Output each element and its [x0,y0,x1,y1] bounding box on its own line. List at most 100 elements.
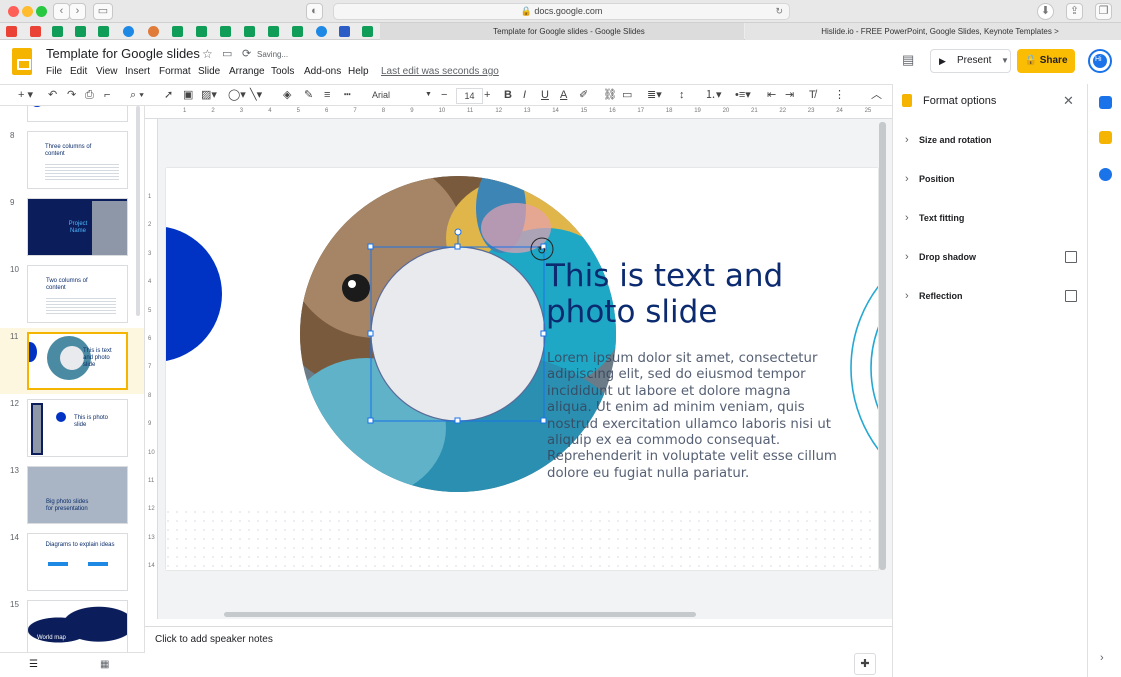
numbered-list-icon[interactable]: ⒈▾ [705,88,722,102]
sheets-icon[interactable] [196,26,207,37]
document-title[interactable]: Template for Google slides [46,46,200,61]
menu-edit[interactable]: Edit [70,66,87,77]
underline-icon[interactable]: U [541,88,549,102]
gmail-icon[interactable] [30,26,41,37]
horizontal-scrollbar[interactable] [224,612,696,617]
section-reflection[interactable]: › Reflection [905,286,963,306]
vertical-ruler[interactable]: 1 2 3 4 5 6 7 8 9 10 11 12 13 14 [145,119,158,619]
slide-thumbnail-10[interactable]: Two columns of content [27,265,128,323]
filmstrip-scrollbar[interactable] [136,106,140,316]
slides-logo-icon[interactable] [12,48,32,75]
sheets-icon[interactable] [292,26,303,37]
cloud-icon[interactable] [123,26,134,37]
menu-arrange[interactable]: Arrange [229,66,265,77]
comments-icon[interactable]: ▤ [902,52,914,68]
slide-body-text[interactable]: Lorem ipsum dolor sit amet, consectetur … [547,351,837,482]
increase-font-icon[interactable]: + [484,88,490,102]
trello-icon[interactable] [339,26,350,37]
zoom-window-button[interactable] [36,6,47,17]
fill-color-icon[interactable]: ◈ [283,88,291,102]
link-icon[interactable]: ⛓ [603,88,617,102]
sidebar-toggle-icon[interactable]: ▭ [93,3,113,20]
slide-thumbnail-14[interactable]: Diagrams to explain ideas [27,533,128,591]
star-icon[interactable]: ☆ [202,47,213,61]
shape-icon[interactable]: ◯▾ [228,88,246,102]
grid-view-icon[interactable]: ▦ [100,659,109,670]
slide-thumbnail-8[interactable]: Three columns of content [27,131,128,189]
bookmark-icon[interactable] [148,26,159,37]
decrease-indent-icon[interactable]: ⇤ [767,88,776,102]
line-spacing-icon[interactable]: ↕ [679,88,685,102]
sheets-icon[interactable] [52,26,63,37]
sheets-icon[interactable] [75,26,86,37]
sheets-icon[interactable] [220,26,231,37]
increase-indent-icon[interactable]: ⇥ [785,88,794,102]
undo-icon[interactable]: ↶ [48,88,57,102]
menu-insert[interactable]: Insert [125,66,150,77]
tab-hislide[interactable]: Hislide.io - FREE PowerPoint, Google Sli… [745,23,1121,40]
text-box-icon[interactable]: ▣ [183,88,193,102]
close-window-button[interactable] [8,6,19,17]
sheets-icon[interactable] [172,26,183,37]
forward-button[interactable]: › [69,3,86,20]
chevron-right-icon[interactable]: › [1100,652,1104,664]
tabs-overview-icon[interactable]: ❐ [1095,3,1112,20]
slide-filmstrip[interactable]: 8 Three columns of content 9 Project Nam… [0,106,145,652]
new-slide-icon[interactable]: + ▾ [18,88,33,102]
avatar[interactable]: Hi [1088,49,1112,73]
redo-icon[interactable]: ↷ [67,88,76,102]
slide-canvas[interactable]: ↻ This is text and photo slide Lorem ips… [166,168,878,570]
clear-formatting-icon[interactable]: T̸ [809,88,816,102]
url-bar[interactable]: 🔒 docs.google.com ↻ [333,3,790,20]
bold-icon[interactable]: B [504,88,512,102]
border-dash-icon[interactable]: ┅ [344,88,351,102]
line-icon[interactable]: ╲▾ [250,88,262,102]
sheets-icon[interactable] [244,26,255,37]
drop-shadow-checkbox[interactable] [1065,251,1077,263]
chevron-down-icon[interactable]: ▼ [1001,50,1009,72]
horizontal-ruler[interactable]: 1 2 3 4 5 6 7 8 9 10 11 12 13 14 15 16 17 18 19 20 21 22 23 24 2… [145,106,892,119]
slide-thumbnail-15[interactable]: World map [27,600,128,652]
select-cursor-icon[interactable]: ➚ [164,88,173,102]
download-icon[interactable]: ⬇ [1037,3,1054,20]
slide-thumbnail-12[interactable]: This is photo slide [27,399,128,457]
slide-thumbnail[interactable] [27,106,128,122]
share-button[interactable]: 🔒 Share [1017,49,1075,73]
section-text-fitting[interactable]: › Text fitting [905,208,964,228]
section-size-rotation[interactable]: › Size and rotation [905,130,992,150]
tasks-icon[interactable] [1099,168,1112,181]
border-weight-icon[interactable]: ≡ [324,88,330,102]
slide-thumbnail-9[interactable]: Project Name [27,198,128,256]
decrease-font-icon[interactable]: − [441,88,447,102]
border-color-icon[interactable]: ✎ [304,88,313,102]
print-icon[interactable]: ⎙ [85,88,94,102]
menu-file[interactable]: File [46,66,62,77]
menu-tools[interactable]: Tools [271,66,294,77]
align-icon[interactable]: ≣▾ [647,88,662,102]
sheets-icon[interactable] [268,26,279,37]
italic-icon[interactable]: I [523,88,526,102]
font-select[interactable]: Arial ▼ [372,88,432,102]
slide-title[interactable]: This is text and photo slide [546,258,846,330]
menu-view[interactable]: View [96,66,118,77]
keep-icon[interactable] [1099,131,1112,144]
reflection-checkbox[interactable] [1065,290,1077,302]
zoom-icon[interactable]: ⌕ ▾ [130,88,144,102]
text-color-icon[interactable]: A [560,88,567,102]
menu-addons[interactable]: Add-ons [304,66,341,77]
explore-icon[interactable]: ✚ [854,653,876,675]
shield-icon[interactable]: ◐ [306,3,323,20]
share-sheet-icon[interactable]: ⇪ [1066,3,1083,20]
chrome-icon[interactable] [316,26,327,37]
sheets-icon[interactable] [362,26,373,37]
section-position[interactable]: › Position [905,169,955,189]
menu-help[interactable]: Help [348,66,369,77]
sheets-icon[interactable] [98,26,109,37]
slide-thumbnail-11[interactable]: This is text and photo slide [27,332,128,390]
highlight-icon[interactable]: ✐ [579,88,588,102]
move-folder-icon[interactable]: ▭ [222,47,232,60]
bulleted-list-icon[interactable]: •≡▾ [735,88,751,102]
paint-format-icon[interactable]: ⌐ [104,88,110,102]
tab-google-slides[interactable]: Template for Google slides - Google Slid… [380,23,744,40]
list-view-icon[interactable]: ☰ [29,659,38,670]
